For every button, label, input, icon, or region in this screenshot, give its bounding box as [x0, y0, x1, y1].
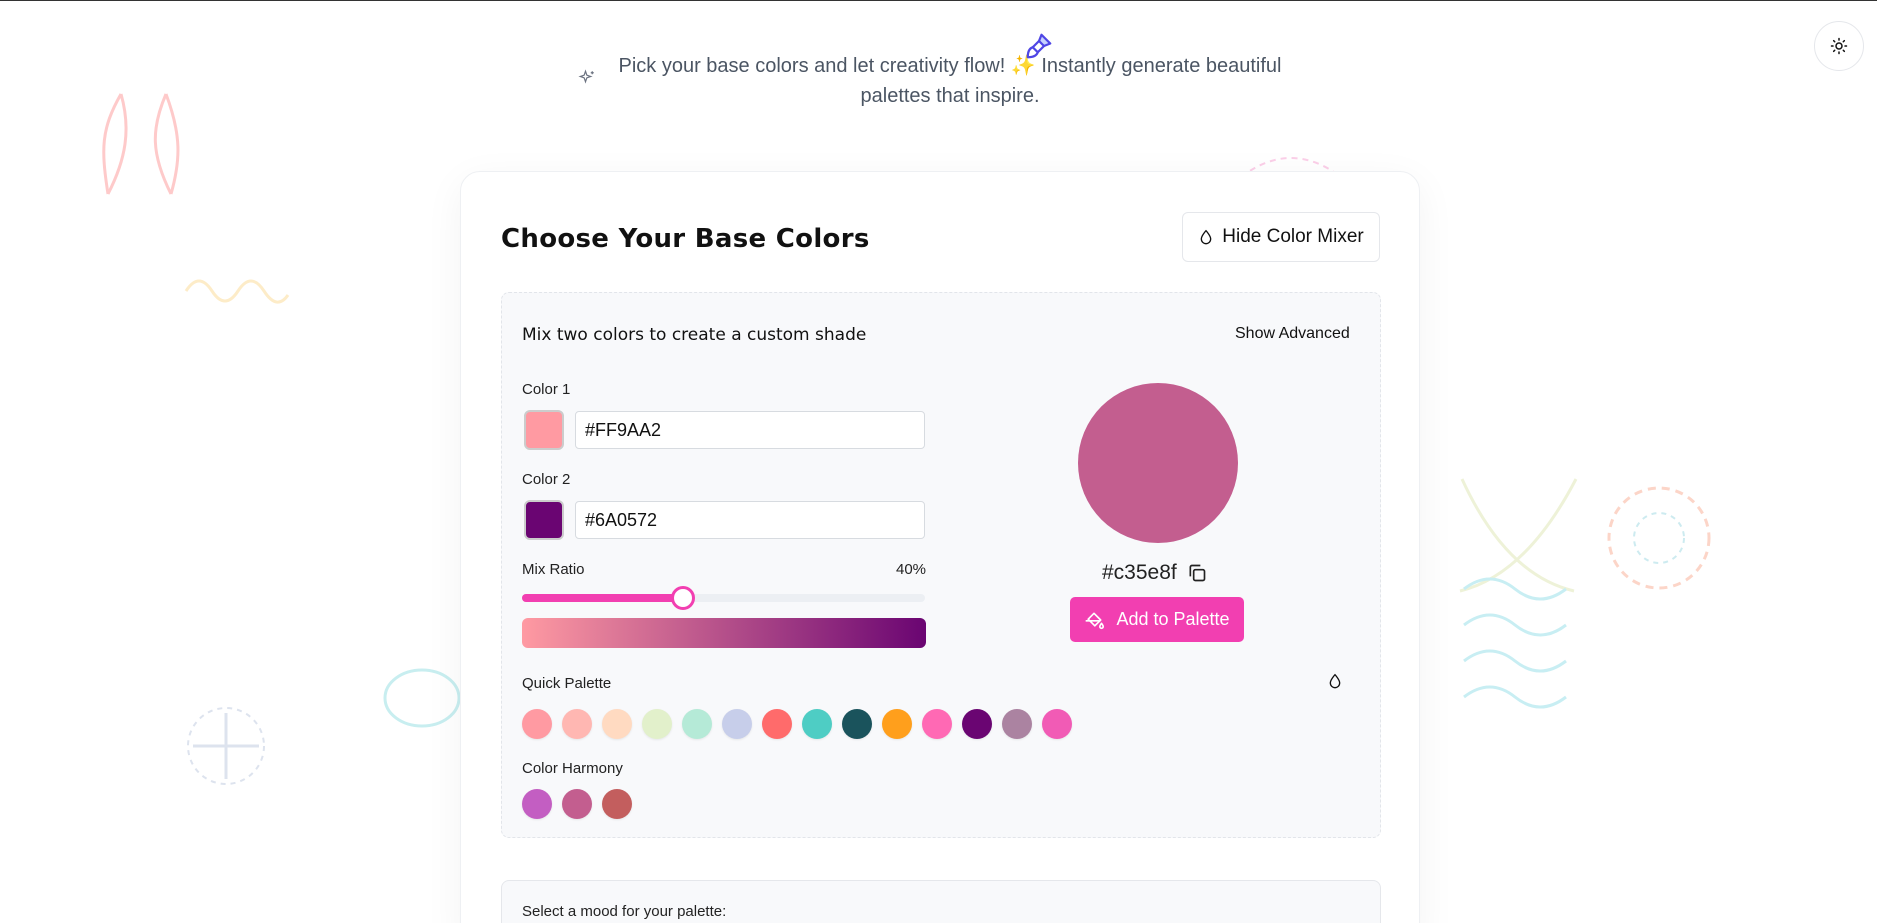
mix-gradient-bar: [522, 618, 926, 648]
card-title: Choose Your Base Colors: [501, 224, 870, 254]
quick-palette-swatch-12[interactable]: [962, 709, 992, 739]
mix-ratio-value: 40%: [896, 561, 927, 578]
quick-palette-swatch-6[interactable]: [722, 709, 752, 739]
quick-palette-swatch-7[interactable]: [762, 709, 792, 739]
mixed-color-hex: #c35e8f: [1102, 561, 1177, 584]
color2-label: Color 2: [522, 471, 571, 488]
paintbrush-icon: [1026, 33, 1052, 59]
mix-ratio-slider[interactable]: [522, 586, 925, 610]
color1-label: Color 1: [522, 381, 571, 398]
hero-tagline: Pick your base colors and let creativity…: [578, 33, 1300, 111]
mood-section: Select a mood for your palette:: [501, 880, 1381, 923]
decor-wave: [184, 279, 290, 304]
quick-palette-swatch-10[interactable]: [882, 709, 912, 739]
copy-icon[interactable]: [1187, 563, 1207, 583]
quick-palette-swatch-13[interactable]: [1002, 709, 1032, 739]
quick-palette-swatch-5[interactable]: [682, 709, 712, 739]
color2-hex-input[interactable]: [575, 501, 925, 539]
harmony-swatch-1[interactable]: [522, 789, 552, 819]
mixer-subtitle: Mix two colors to create a custom shade: [522, 325, 867, 345]
quick-palette-swatch-1[interactable]: [522, 709, 552, 739]
decor-squiggle-lines: [102, 93, 180, 195]
sun-icon: [1830, 37, 1848, 55]
decor-oval: [383, 668, 461, 728]
droplet-icon: [1200, 229, 1212, 245]
base-colors-card: Choose Your Base Colors Hide Color Mixer…: [460, 171, 1420, 923]
color2-swatch[interactable]: [524, 500, 564, 540]
quick-palette-swatch-9[interactable]: [842, 709, 872, 739]
sparkles-icon: [578, 69, 594, 84]
add-to-palette-label: Add to Palette: [1116, 609, 1230, 629]
mix-ratio-label: Mix Ratio: [522, 561, 585, 578]
quick-palette-swatch-2[interactable]: [562, 709, 592, 739]
harmony-swatch-2[interactable]: [562, 789, 592, 819]
color-harmony-swatches: [522, 789, 632, 819]
quick-palette-swatch-8[interactable]: [802, 709, 832, 739]
mixed-color-hex-row: #c35e8f: [1102, 561, 1207, 585]
color1-hex-input[interactable]: [575, 411, 925, 449]
decor-waves-stack: [1463, 577, 1567, 709]
hero-line-2: palettes that inspire.: [860, 85, 1040, 107]
quick-palette-swatch-4[interactable]: [642, 709, 672, 739]
mixed-color-preview: [1078, 383, 1238, 543]
show-advanced-button[interactable]: Show Advanced: [1235, 325, 1350, 343]
mood-label: Select a mood for your palette:: [522, 903, 727, 920]
color-mixer-panel: Mix two colors to create a custom shade …: [501, 292, 1381, 838]
quick-palette-label: Quick Palette: [522, 675, 612, 692]
droplet-icon[interactable]: [1327, 672, 1343, 690]
hero-line-1: Pick your base colors and let creativity…: [618, 55, 1282, 77]
quick-palette-swatch-3[interactable]: [602, 709, 632, 739]
add-to-palette-button[interactable]: Add to Palette: [1070, 597, 1244, 642]
color-harmony-label: Color Harmony: [522, 760, 623, 777]
decor-dashed-rings: [1607, 486, 1711, 590]
hide-color-mixer-label: Hide Color Mixer: [1222, 226, 1364, 247]
quick-palette-swatch-11[interactable]: [922, 709, 952, 739]
paint-bucket-icon: [1086, 612, 1105, 629]
harmony-swatch-3[interactable]: [602, 789, 632, 819]
quick-palette-swatch-14[interactable]: [1042, 709, 1072, 739]
hide-color-mixer-button[interactable]: Hide Color Mixer: [1182, 212, 1380, 262]
mix-ratio-slider-fill: [522, 594, 684, 602]
mix-ratio-slider-thumb[interactable]: [671, 586, 696, 610]
decor-crosshair-circle: [187, 707, 265, 785]
theme-toggle-button[interactable]: [1814, 21, 1864, 71]
color1-swatch[interactable]: [524, 410, 564, 450]
quick-palette-swatches: [522, 709, 1072, 739]
